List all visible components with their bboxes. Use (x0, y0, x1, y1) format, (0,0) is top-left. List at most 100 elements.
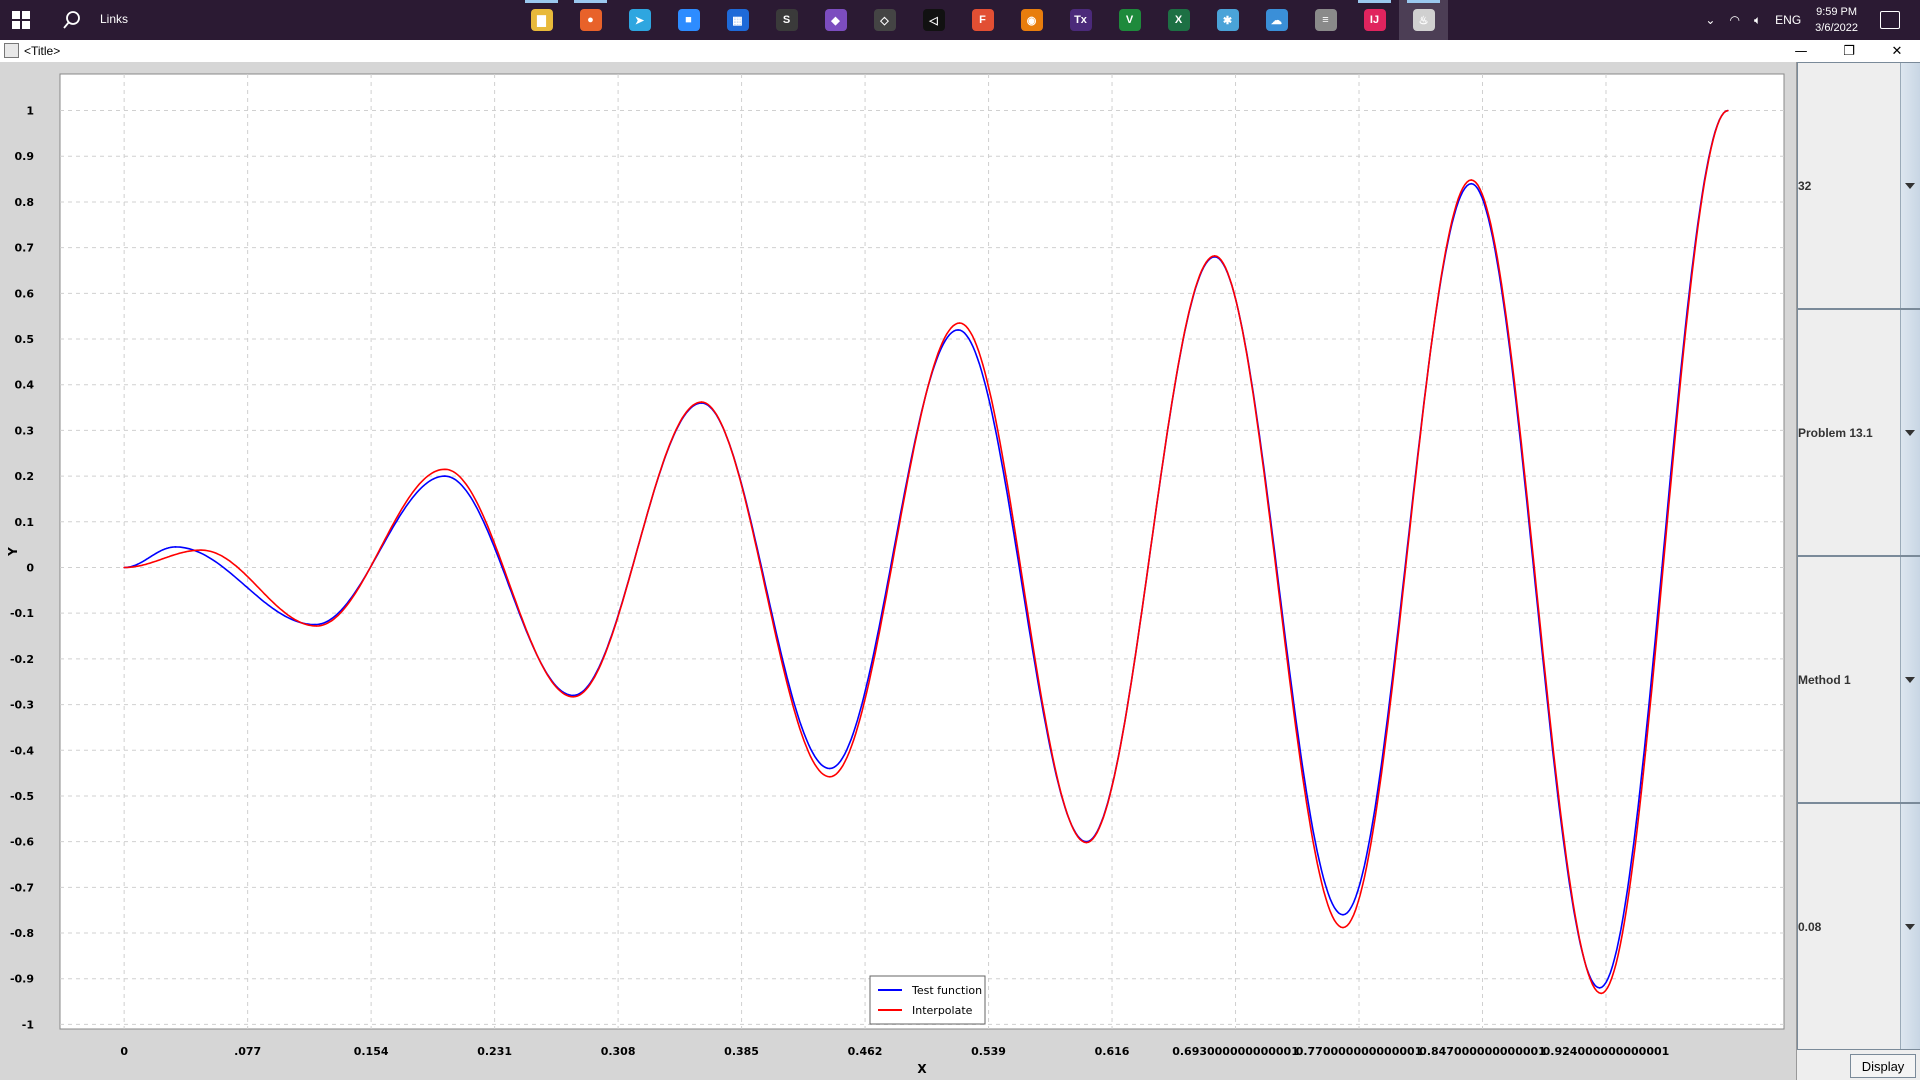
series-point-0 (957, 329, 959, 331)
calendar-app-icon: ▦ (726, 9, 749, 31)
taskbar-app-2[interactable]: ➤ (615, 0, 664, 40)
y-tick-label: 0.1 (15, 516, 35, 529)
series-point-1 (958, 322, 961, 324)
x-tick-label: 0.847000000000001 (1419, 1045, 1546, 1058)
chart-panel: -1 -0.9 -0.8 -0.7 -0.6 -0.5 -0.4 -0.3 -0.2 -0.1 0 0… (0, 62, 1796, 1080)
close-button[interactable]: ✕ (1874, 40, 1920, 62)
series-point-1 (1600, 992, 1602, 995)
y-tick-label: -0.1 (10, 607, 34, 620)
step-combo[interactable]: 0.08 (1797, 803, 1920, 1050)
nodes-combo-value: 32 (1798, 178, 1812, 193)
y-tick-label: -0.9 (10, 973, 34, 986)
wifi-icon[interactable]: ◠ (1729, 13, 1739, 27)
taskbar-app-3[interactable]: ■ (664, 0, 713, 40)
taskbar-app-7[interactable]: ◇ (860, 0, 909, 40)
taskbar-app-8[interactable]: ◁ (909, 0, 958, 40)
plot-area (59, 73, 1785, 1030)
series-point-1 (1213, 255, 1216, 257)
series-point-1 (123, 566, 125, 569)
y-tick-label: 1 (26, 105, 34, 118)
x-tick-label: 0 (120, 1045, 128, 1058)
x-tick-label: 0.770000000000001 (1296, 1045, 1423, 1058)
x-tick-label: .077 (234, 1045, 261, 1058)
taskbar-app-9[interactable]: F (958, 0, 1007, 40)
unity-hub-icon: ◁ (922, 9, 945, 31)
taskbar-app-6[interactable]: ◆ (811, 0, 860, 40)
x-tick-label: 0.308 (601, 1045, 636, 1058)
snowflake-app-icon: ✱ (1216, 9, 1239, 31)
language-indicator[interactable]: ENG (1775, 13, 1801, 27)
problem-combo[interactable]: Problem 13.1 (1797, 309, 1920, 556)
figma-icon: F (971, 9, 994, 31)
x-tick-label: 0.693000000000001 (1172, 1045, 1299, 1058)
control-panel: 32 Problem 13.1 Method 1 0.08 Display (1796, 62, 1920, 1080)
series-point-1 (1085, 841, 1088, 844)
taskbar-app-10[interactable]: ◉ (1007, 0, 1056, 40)
excel-icon: X (1167, 9, 1190, 31)
x-tick-label: 0.462 (848, 1045, 883, 1058)
y-tick-label: -1 (22, 1018, 34, 1031)
intellij-icon: IJ (1363, 9, 1386, 31)
taskbar: Links ▇ ● ➤ ■ ▦ S ◆ ◇ ◁ F ◉ Tx V X ✱ ☁ ≡ IJ ♨ ⌄ ◠ 🔈︎ ENG 9… (0, 0, 1920, 40)
x-tick-label: 0.539 (971, 1045, 1006, 1058)
series-point-1 (1470, 179, 1473, 181)
x-tick-label: 0.385 (724, 1045, 759, 1058)
file-explorer-icon: ▇ (530, 9, 553, 31)
taskbar-app-12[interactable]: V (1105, 0, 1154, 40)
chevron-up-icon[interactable]: ⌄ (1705, 13, 1715, 27)
y-tick-label: 0.4 (15, 379, 35, 392)
series-point-1 (572, 696, 574, 698)
taskbar-app-17[interactable]: IJ (1350, 0, 1399, 40)
y-tick-label: 0.9 (15, 150, 35, 163)
display-button[interactable]: Display (1850, 1054, 1916, 1078)
speaker-icon[interactable]: 🔈︎ (1754, 13, 1761, 28)
taskbar-apps: ▇ ● ➤ ■ ▦ S ◆ ◇ ◁ F ◉ Tx V X ✱ ☁ ≡ IJ ♨ (517, 0, 1448, 40)
system-tray: ⌄ ◠ 🔈︎ ENG 9:59 PM 3/6/2022 (1705, 0, 1920, 40)
minimize-button[interactable]: — (1778, 40, 1824, 62)
series-point-0 (444, 475, 446, 477)
method-combo[interactable]: Method 1 (1797, 556, 1920, 803)
taskbar-app-18[interactable]: ♨ (1399, 0, 1448, 40)
y-tick-label: -0.6 (10, 836, 34, 849)
window-titlebar: <Title> — ❐ ✕ (0, 40, 1920, 62)
y-tick-label: 0.3 (15, 424, 35, 437)
taskbar-app-4[interactable]: ▦ (713, 0, 762, 40)
series-point-0 (828, 767, 831, 770)
problem-combo-value: Problem 13.1 (1798, 425, 1873, 440)
y-tick-label: 0.2 (15, 470, 35, 483)
method-combo-arrow[interactable] (1900, 557, 1920, 802)
unity-icon: ◇ (873, 9, 896, 31)
taskbar-app-1[interactable]: ● (566, 0, 615, 40)
taskbar-app-13[interactable]: X (1154, 0, 1203, 40)
search-label[interactable]: Links (100, 12, 128, 26)
taskbar-app-14[interactable]: ✱ (1203, 0, 1252, 40)
visual-studio-icon: ◆ (824, 9, 847, 31)
taskbar-app-16[interactable]: ≡ (1301, 0, 1350, 40)
taskbar-app-5[interactable]: S (762, 0, 811, 40)
clock[interactable]: 9:59 PM 3/6/2022 (1815, 4, 1858, 36)
x-tick-label: 0.154 (354, 1045, 389, 1058)
restore-button[interactable]: ❐ (1826, 40, 1872, 62)
telegram-icon: ➤ (628, 9, 651, 31)
taskbar-app-11[interactable]: Tx (1056, 0, 1105, 40)
series-point-1 (1727, 109, 1729, 112)
step-combo-arrow[interactable] (1900, 804, 1920, 1049)
notification-icon[interactable] (1880, 11, 1900, 29)
database-icon: ≡ (1314, 9, 1337, 31)
search-icon[interactable] (62, 10, 82, 30)
nodes-combo[interactable]: 32 (1797, 62, 1920, 309)
windows-start-icon[interactable] (12, 11, 30, 29)
y-tick-label: -0.3 (10, 699, 34, 712)
firefox-icon: ● (579, 9, 602, 31)
problem-combo-arrow[interactable] (1900, 310, 1920, 555)
series-point-0 (1342, 913, 1344, 916)
chevron-down-icon (1905, 182, 1915, 189)
taskbar-app-15[interactable]: ☁ (1252, 0, 1301, 40)
chevron-down-icon (1905, 429, 1915, 436)
y-tick-label: -0.4 (10, 744, 34, 757)
nodes-combo-arrow[interactable] (1900, 63, 1920, 308)
method-combo-value: Method 1 (1798, 672, 1851, 687)
taskbar-app-0[interactable]: ▇ (517, 0, 566, 40)
window-title: <Title> (24, 44, 61, 58)
series-point-0 (1598, 987, 1601, 989)
